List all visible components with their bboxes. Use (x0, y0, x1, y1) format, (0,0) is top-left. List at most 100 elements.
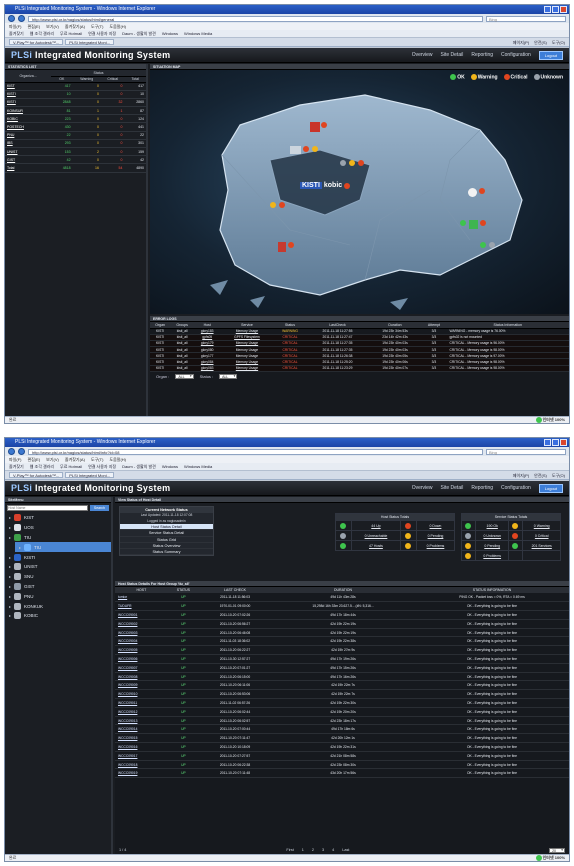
address-input[interactable]: http://www.plsi.or.kr/nagios/status/html… (28, 448, 483, 455)
host-row[interactable]: tumior UP 2011-11-18 11:56:03 49d 11h 43m 2… (115, 593, 569, 603)
host-link[interactable]: WCCC09002 (115, 619, 168, 629)
host-link[interactable]: WCCC09001 (115, 610, 168, 620)
back-icon[interactable] (8, 15, 15, 22)
stats-org-link[interactable]: UNIST (5, 147, 51, 157)
host-link[interactable]: WCCC09015 (115, 733, 168, 744)
host-row[interactable]: WCCC09003 UP 2011-10-20 06:46:08 42d 19h 22… (115, 628, 569, 638)
stats-row[interactable]: KIST 417 0 0 417 (5, 82, 146, 91)
hosts-down-link[interactable]: 0 Down (415, 520, 456, 531)
site-marker-cluster3[interactable] (270, 202, 286, 208)
page-size-select[interactable]: 20 (549, 847, 565, 853)
safety-menu[interactable]: 안전(S) (534, 472, 547, 478)
fav-link[interactable]: 무료 Hotmail (60, 463, 82, 470)
stats-org-link[interactable]: Total (5, 163, 51, 173)
tools-menu[interactable]: 도구(O) (552, 472, 565, 478)
favorites-button[interactable]: 즐겨찾기 (9, 30, 24, 37)
host-row[interactable]: WCCC09018 UP 2011-10-20 06:22:38 42d 23h 08… (115, 760, 569, 770)
expand-icon[interactable]: ▸ (9, 515, 11, 520)
host-row[interactable]: WCCC09005 UP 2011-10-20 06:22:27 42d 19h 27… (115, 645, 569, 656)
menu-view[interactable]: 보기(V) (46, 456, 59, 463)
event-cell[interactable]: Memory Usage (220, 365, 274, 372)
stats-org-link[interactable]: KIST (5, 82, 51, 91)
stats-row[interactable]: KISTI 10 0 0 10 (5, 90, 146, 99)
tools-menu[interactable]: 도구(O) (552, 39, 565, 45)
stats-org-link[interactable]: KISTI (5, 98, 51, 108)
site-marker-pnu[interactable] (480, 242, 496, 248)
zoom-level[interactable]: 100% (555, 417, 565, 422)
fav-link[interactable]: Windows (162, 30, 178, 37)
menu-help[interactable]: 도움말(H) (109, 456, 126, 463)
maximize-icon[interactable] (552, 6, 559, 13)
host-link[interactable]: WCCC09014 (115, 724, 168, 735)
host-link[interactable]: WCCC09007 (115, 663, 168, 673)
menu-view[interactable]: 보기(V) (46, 23, 59, 30)
nav-overview[interactable]: Overview (412, 52, 433, 58)
host-row[interactable]: WCCC09016 UP 2011-10-20 10:18:09 42d 19h 22… (115, 742, 569, 752)
close-icon[interactable] (560, 6, 567, 13)
tree-item[interactable]: ▸ UNIST (5, 562, 111, 572)
host-search-button[interactable]: Search (89, 505, 109, 511)
site-marker-unist[interactable] (460, 220, 487, 229)
menu-file[interactable]: 파일(F) (9, 23, 21, 30)
expand-icon[interactable]: ▸ (9, 555, 11, 560)
hosts-pending-link[interactable]: 0 Pending (415, 530, 456, 541)
status-summary-link[interactable]: Status Summary (120, 549, 213, 556)
browser-tab[interactable]: V-Play™ for Autodesk™... (9, 39, 64, 45)
host-row[interactable]: WCCC09019 UP 2011-10-20 07:11:48 43d 20h 17… (115, 768, 569, 779)
services-unknown-link[interactable]: 0 Unknown (475, 530, 510, 541)
menu-tools[interactable]: 도구(T) (91, 456, 103, 463)
all-hosts-link[interactable]: 47 Hosts (351, 540, 401, 551)
site-marker-cluster2[interactable] (340, 160, 365, 166)
nav-reporting[interactable]: Reporting (471, 485, 493, 491)
host-link[interactable]: WCCC09003 (115, 628, 168, 638)
fav-link[interactable]: 무료 Hotmail (60, 30, 82, 37)
safety-menu[interactable]: 안전(S) (534, 39, 547, 45)
stats-row[interactable]: KOBIC 223 0 0 124 (5, 114, 146, 124)
site-marker-postech[interactable] (468, 188, 486, 197)
host-link[interactable]: TUDUFR (115, 601, 168, 612)
menu-favorites[interactable]: 즐겨찾기(A) (65, 23, 85, 30)
page-menu[interactable]: 페이지(P) (513, 39, 529, 45)
host-row[interactable]: WCCC09014 UP 2011-10-20 07:00:44 49d 17h 18… (115, 724, 569, 735)
nav-configuration[interactable]: Configuration (501, 52, 531, 58)
tree-item[interactable]: ▸ KONKUK (5, 601, 111, 611)
hosts-up-link[interactable]: 44 Up (351, 520, 401, 531)
stats-row[interactable]: POSTECH 430 0 0 441 (5, 122, 146, 132)
map-canvas[interactable]: OK Warning Critical Unknown KISTI kobic (150, 70, 569, 314)
host-row[interactable]: WCCC09013 UP 2011-10-20 06:02:57 42d 23h 18… (115, 716, 569, 726)
fav-link[interactable]: 웹 조각 갤러리 (30, 30, 54, 37)
host-row[interactable]: WCCC09017 UP 2011-10-20 07:27:57 42d 21h 08… (115, 751, 569, 761)
fav-link[interactable]: 연결 사용자 지정 (88, 463, 116, 470)
host-link[interactable]: WCCC09018 (115, 760, 168, 770)
hosts-unreachable-link[interactable]: 0 Unreachable (351, 530, 401, 541)
host-link[interactable]: WCCC09004 (115, 636, 168, 647)
tree-item[interactable]: ▸ KISTI (5, 552, 111, 562)
page-menu[interactable]: 페이지(P) (513, 472, 529, 478)
tree-item[interactable]: ▸ PNU (5, 591, 111, 601)
stats-org-link[interactable]: PNU (5, 131, 51, 140)
host-row[interactable]: TUDUFR UP 1970-01-01 09:00:00 15,298d 16h 3… (115, 601, 569, 612)
service-problems-link[interactable]: 0 Problems (475, 550, 510, 561)
host-link[interactable]: WCCC09012 (115, 707, 168, 717)
tree-item[interactable]: ▸ SNU (5, 572, 111, 582)
forward-icon[interactable] (18, 15, 25, 22)
host-row[interactable]: WCCC09002 UP 2011-10-20 06:56:27 42d 19h 22… (115, 619, 569, 629)
status-filter-select[interactable]: ALL (219, 373, 238, 379)
fav-link[interactable]: 웹 조각 갤러리 (30, 463, 54, 470)
pager-link[interactable]: 3 (322, 848, 324, 852)
tree-item[interactable]: ▸ TIU (15, 542, 111, 553)
host-link[interactable]: WCCC09017 (115, 751, 168, 761)
site-marker-cluster1[interactable] (290, 146, 319, 154)
host-row[interactable]: WCCC09015 UP 2011-10-20 07:11:47 42d 20h 12… (115, 733, 569, 744)
host-row[interactable]: WCCC09004 UP 2011-11-03 18:36:02 42d 19h 22… (115, 636, 569, 647)
menu-file[interactable]: 파일(F) (9, 456, 21, 463)
tree-item[interactable]: ▸ GIST (5, 582, 111, 592)
fav-link[interactable]: 연결 사용자 지정 (88, 30, 116, 37)
expand-icon[interactable]: ▸ (9, 574, 11, 579)
fav-link[interactable]: Daum - 생활의 발견 (122, 463, 156, 470)
host-link[interactable]: tumior (115, 593, 168, 603)
menu-help[interactable]: 도움말(H) (109, 23, 126, 30)
host-row[interactable]: WCCC09012 UP 2011-10-20 06:02:44 42d 19h 20… (115, 707, 569, 717)
host-row[interactable]: WCCC09008 UP 2011-10-20 06:15:00 49d 17h 16… (115, 672, 569, 682)
host-problems-link[interactable]: 0 Problems (415, 540, 456, 551)
